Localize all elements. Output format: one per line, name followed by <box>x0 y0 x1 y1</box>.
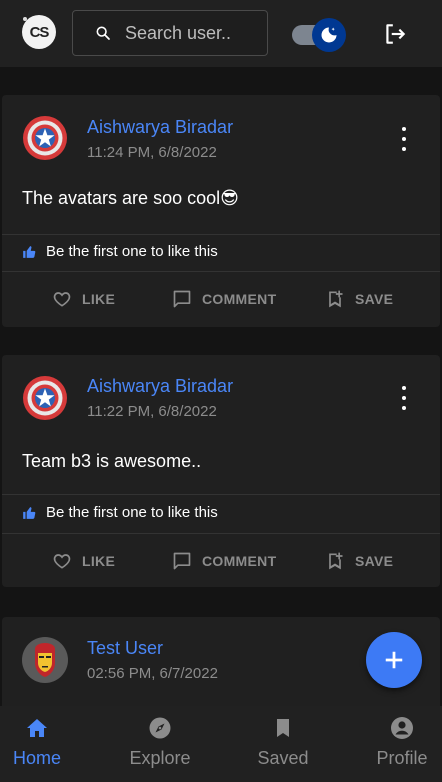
comment-icon <box>173 290 191 308</box>
save-label: SAVE <box>355 291 394 307</box>
thumb-up-icon <box>23 506 36 519</box>
toggle-knob <box>312 18 346 52</box>
likes-summary: Be the first one to like this <box>22 243 218 260</box>
post-content: The avatars are soo cool😎 <box>22 188 239 208</box>
comment-icon <box>173 552 191 570</box>
post-actions: LIKE COMMENT SAVE <box>2 272 440 326</box>
logout-button[interactable] <box>382 21 408 52</box>
logo-text: CS <box>29 23 50 41</box>
save-button[interactable]: SAVE <box>325 534 393 588</box>
search-input[interactable] <box>123 21 267 45</box>
bookmark-icon <box>277 719 289 737</box>
likes-summary: Be the first one to like this <box>22 504 218 521</box>
more-dot <box>402 406 406 410</box>
app-logo[interactable]: CS <box>22 15 56 49</box>
profile-icon <box>391 717 413 739</box>
post-content: Team b3 is awesome.. <box>22 451 202 471</box>
more-dot <box>402 147 406 151</box>
create-post-button[interactable] <box>366 632 422 688</box>
post-author[interactable]: Aishwarya Biradar <box>87 117 233 138</box>
comment-button[interactable]: COMMENT <box>172 534 276 588</box>
nav-label: Saved <box>257 748 309 768</box>
plus-icon <box>385 651 403 669</box>
nav-explore[interactable]: Explore <box>116 706 204 782</box>
heart-outline-icon <box>53 292 71 307</box>
nav-label: Profile <box>376 748 428 768</box>
logout-icon <box>386 24 406 44</box>
captain-america-shield-avatar[interactable] <box>22 375 68 421</box>
nav-label: Home <box>12 748 61 768</box>
more-dot <box>402 386 406 390</box>
nav-home[interactable]: Home <box>0 706 81 782</box>
nav-saved[interactable]: Saved <box>239 706 327 782</box>
comment-label: COMMENT <box>202 291 277 307</box>
home-icon <box>27 719 47 737</box>
comment-button[interactable]: COMMENT <box>172 272 276 326</box>
post-card: Aishwarya Biradar 11:22 PM, 6/8/2022 Tea… <box>2 355 440 587</box>
post-timestamp: 11:24 PM, 6/8/2022 <box>87 144 217 161</box>
post-actions: LIKE COMMENT SAVE <box>2 534 440 588</box>
divider <box>2 234 440 235</box>
search-box[interactable] <box>72 10 268 56</box>
comment-label: COMMENT <box>202 553 277 569</box>
divider <box>2 494 440 495</box>
post-author[interactable]: Test User <box>87 638 163 659</box>
likes-text: Be the first one to like this <box>46 243 218 260</box>
nav-profile[interactable]: Profile <box>358 706 442 782</box>
post-card: Aishwarya Biradar 11:24 PM, 6/8/2022 The… <box>2 95 440 327</box>
nav-label: Explore <box>129 748 191 768</box>
more-dot <box>402 137 406 141</box>
like-label: LIKE <box>82 291 116 307</box>
post-timestamp: 02:56 PM, 6/7/2022 <box>87 665 218 682</box>
bookmark-add-icon <box>329 552 343 570</box>
post-timestamp: 11:22 PM, 6/8/2022 <box>87 403 217 420</box>
top-bar: CS <box>0 0 442 67</box>
like-button[interactable]: LIKE <box>52 534 115 588</box>
theme-toggle[interactable] <box>292 18 350 52</box>
logo-dot <box>23 17 27 21</box>
save-button[interactable]: SAVE <box>325 272 393 326</box>
post-author[interactable]: Aishwarya Biradar <box>87 376 233 397</box>
likes-text: Be the first one to like this <box>46 504 218 521</box>
bookmark-add-icon <box>329 290 343 308</box>
like-button[interactable]: LIKE <box>52 272 115 326</box>
more-dot <box>402 396 406 400</box>
bottom-navigation: Home Explore Saved Profile <box>0 706 442 782</box>
more-options-button[interactable] <box>396 127 412 151</box>
save-label: SAVE <box>355 553 394 569</box>
thumb-up-icon <box>23 245 36 258</box>
like-label: LIKE <box>82 553 116 569</box>
search-icon <box>96 26 110 40</box>
more-dot <box>402 127 406 131</box>
iron-man-avatar[interactable] <box>22 637 68 683</box>
captain-america-shield-avatar[interactable] <box>22 115 68 161</box>
moon-icon <box>321 27 337 43</box>
compass-icon <box>149 717 171 739</box>
heart-outline-icon <box>53 554 71 569</box>
more-options-button[interactable] <box>396 386 412 410</box>
